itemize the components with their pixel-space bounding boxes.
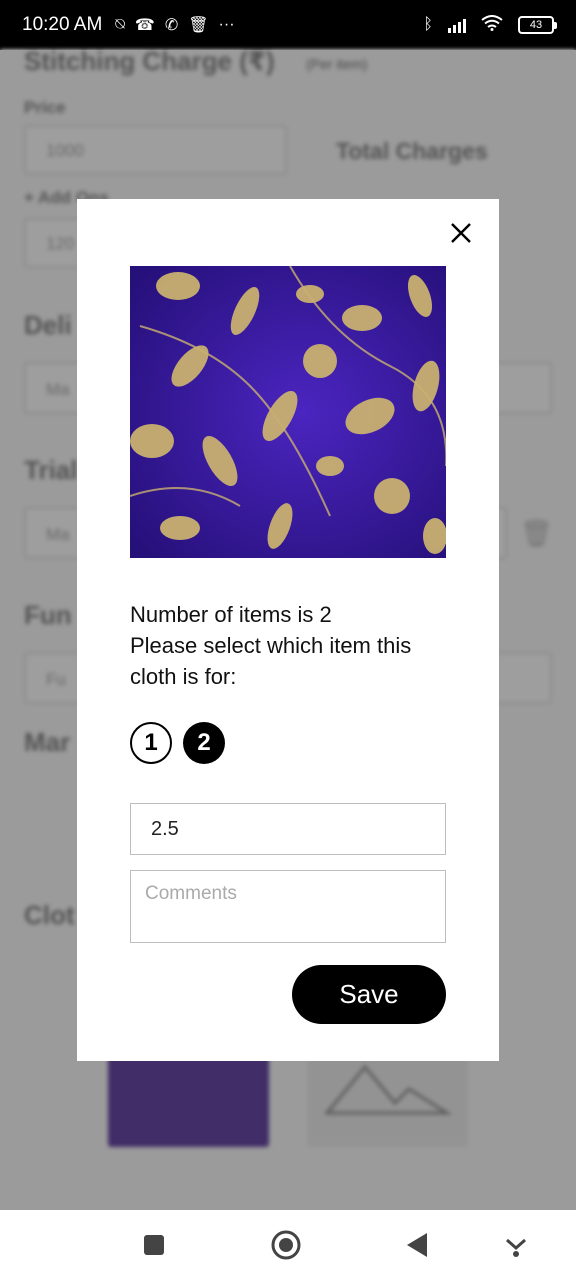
status-bar: 10:20 AM ⍉ ☎ ✆ 🗑 ··· ᛒ 43 <box>0 0 576 50</box>
cloth-image <box>130 266 446 558</box>
silent-mode-icon: ⍉ <box>115 16 125 33</box>
trash-notification-icon: 🗑 <box>188 17 209 34</box>
save-button[interactable]: Save <box>292 965 446 1024</box>
square-icon <box>144 1235 164 1255</box>
back-triangle-icon <box>407 1233 427 1257</box>
assistant-button[interactable] <box>504 1234 528 1263</box>
status-time: 10:20 AM <box>22 14 103 35</box>
item-option-1[interactable]: 1 <box>130 722 172 764</box>
assistant-icon <box>506 1238 526 1257</box>
close-icon <box>451 223 471 243</box>
battery-icon: 43 <box>518 16 557 34</box>
cloth-item-dialog: Number of items is 2 Please select which… <box>77 199 499 1061</box>
item-count-message: Number of items is 2 Please select which… <box>130 599 450 692</box>
close-button[interactable] <box>449 221 473 245</box>
quantity-input[interactable] <box>130 803 446 855</box>
navigation-bar <box>0 1210 576 1280</box>
item-option-2-selected[interactable]: 2 <box>183 722 225 764</box>
more-notifications-icon: ··· <box>218 16 235 33</box>
item-count-text: Number of items is 2 <box>130 602 332 627</box>
bluetooth-icon: ᛒ <box>423 16 433 33</box>
wifi-icon <box>481 14 503 36</box>
comments-field[interactable] <box>130 870 446 943</box>
home-circle-icon <box>271 1230 301 1260</box>
home-button[interactable] <box>270 1229 302 1266</box>
call-forward-icon: ✆ <box>164 17 179 34</box>
missed-call-icon: ☎ <box>134 17 155 34</box>
recent-apps-button[interactable] <box>143 1234 165 1261</box>
battery-level: 43 <box>529 19 543 31</box>
cell-signal-icon <box>448 17 466 33</box>
select-item-prompt: Please select which item this cloth is f… <box>130 633 412 689</box>
back-button[interactable] <box>405 1232 429 1263</box>
